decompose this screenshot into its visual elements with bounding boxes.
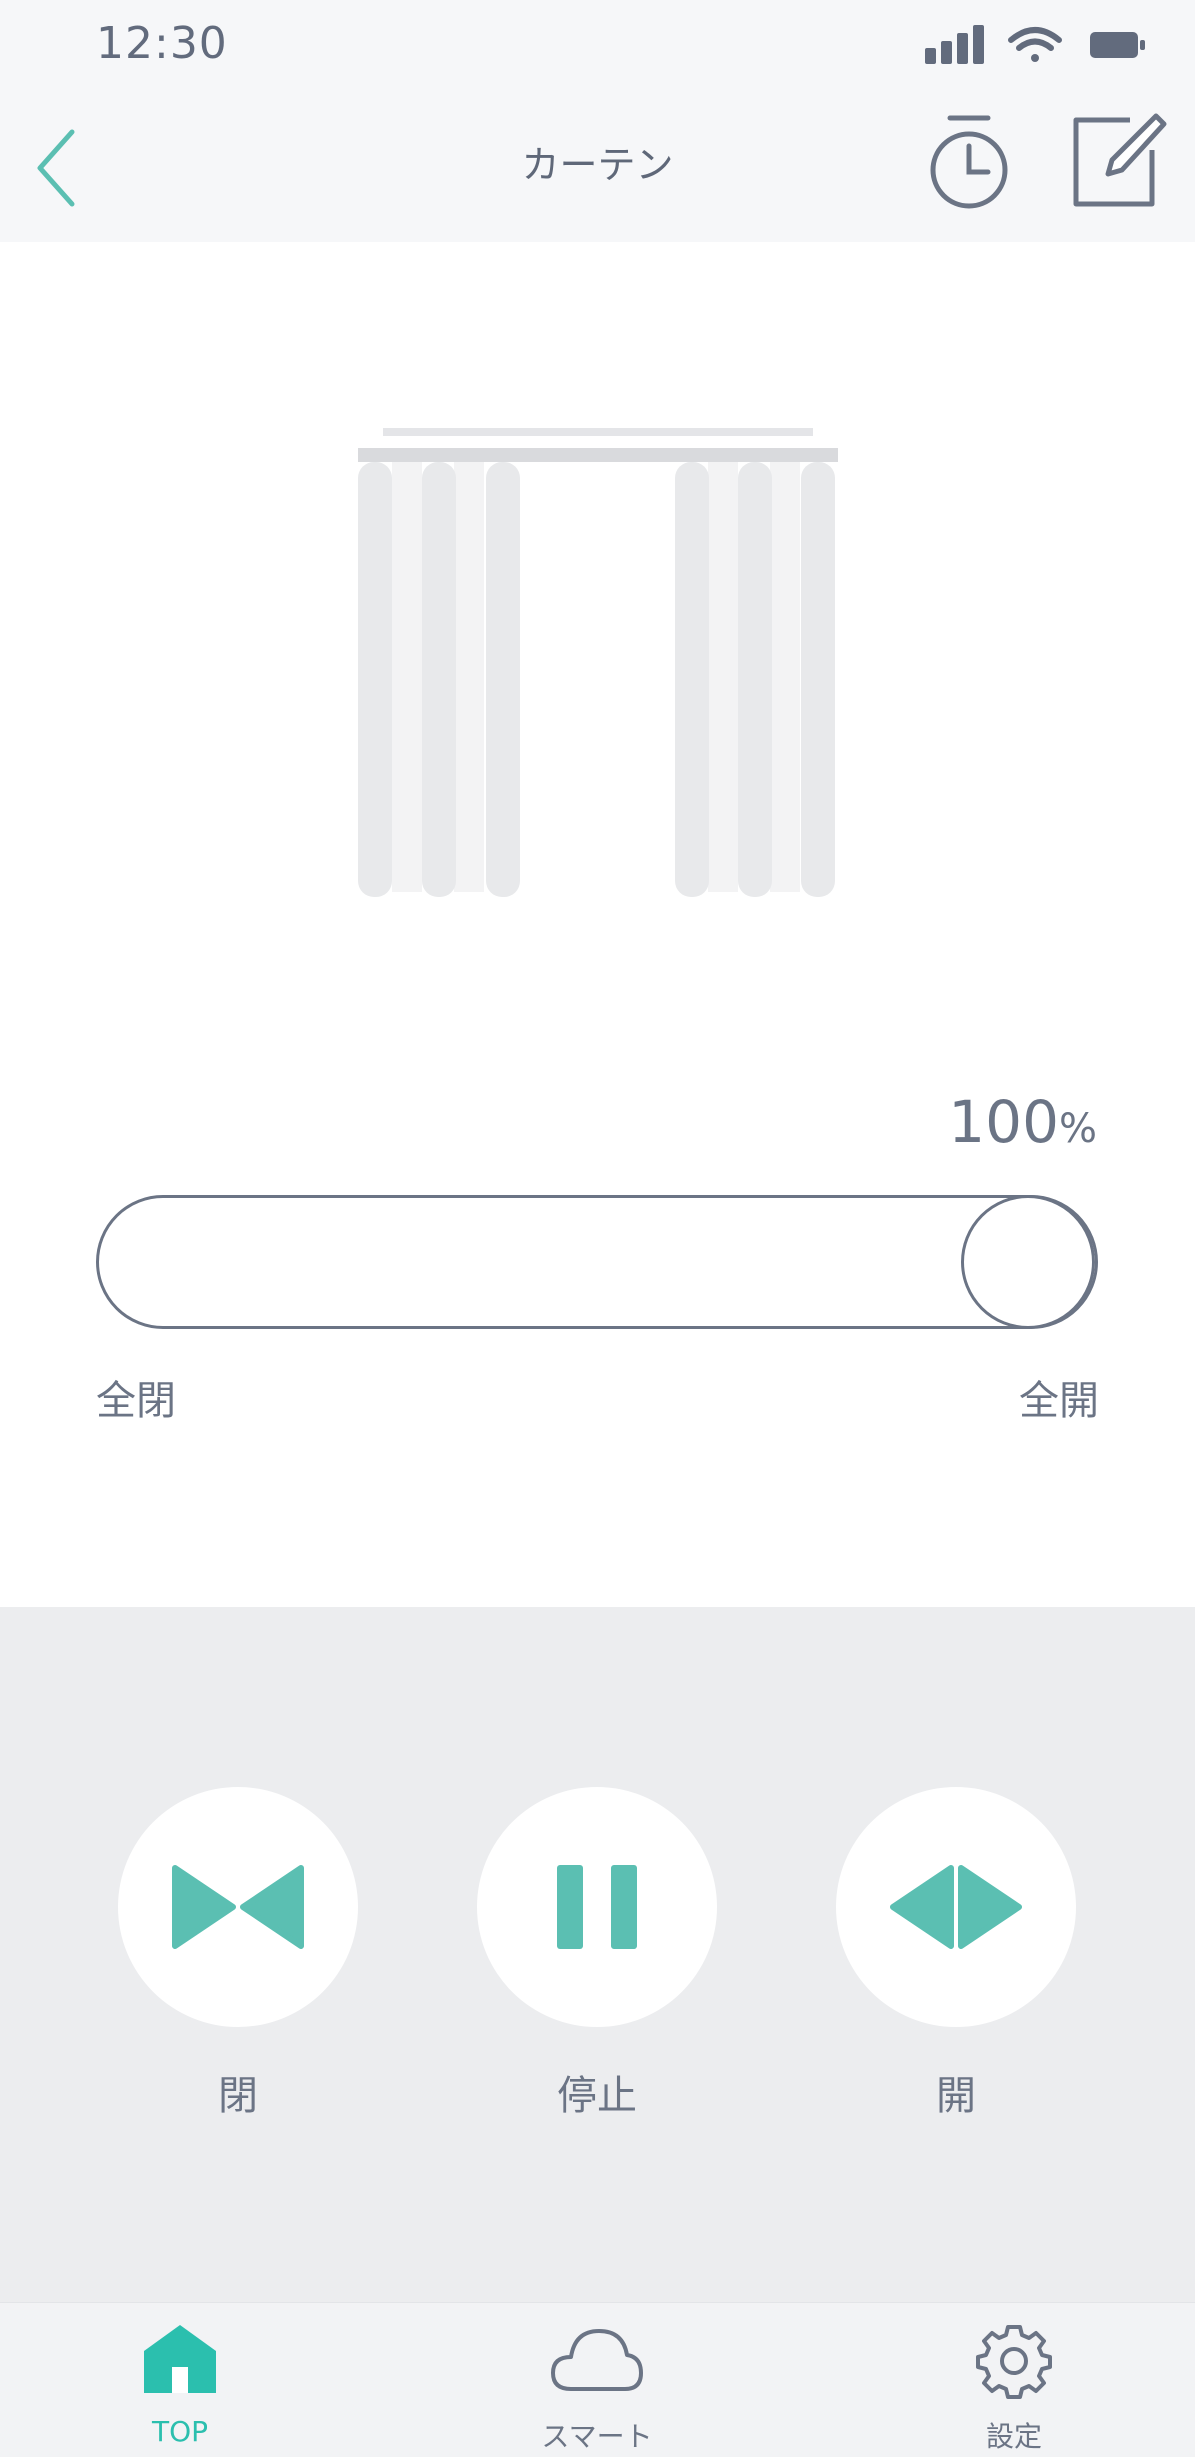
cloud-icon	[549, 2323, 645, 2399]
battery-icon	[1090, 32, 1145, 58]
slider-min-label: 全閉	[96, 1378, 176, 1424]
position-slider[interactable]	[96, 1195, 1098, 1329]
curtain-illustration	[350, 420, 840, 910]
control-area: 閉 停止 開	[0, 1607, 1195, 2302]
home-icon	[142, 2323, 218, 2399]
signal-icon	[925, 25, 984, 64]
position-unit: %	[1058, 1106, 1097, 1152]
open-control: 開	[836, 1787, 1076, 2121]
close-control: 閉	[118, 1787, 358, 2121]
slider-max-label: 全開	[1019, 1378, 1099, 1424]
tab-smart[interactable]: スマート	[497, 2303, 697, 2457]
close-curtain-icon	[172, 1865, 304, 1949]
stop-control: 停止	[477, 1787, 717, 2121]
status-bar: 12:30	[0, 0, 1195, 90]
pause-icon	[557, 1865, 637, 1949]
tab-smart-label: スマート	[541, 2420, 653, 2453]
stop-button[interactable]	[477, 1787, 717, 2027]
tab-top-label: TOP	[151, 2415, 209, 2448]
tab-settings[interactable]: 設定	[914, 2303, 1114, 2457]
close-label: 閉	[218, 2073, 258, 2119]
edit-icon	[1073, 113, 1167, 207]
tab-bar: TOP スマート 設定	[0, 2302, 1195, 2457]
stop-label: 停止	[557, 2073, 637, 2119]
status-time: 12:30	[96, 18, 228, 69]
page-title: カーテン	[521, 143, 674, 187]
nav-bar: カーテン	[0, 90, 1195, 242]
tab-settings-label: 設定	[985, 2420, 1042, 2453]
gear-icon	[976, 2323, 1052, 2403]
open-button[interactable]	[836, 1787, 1076, 2027]
open-label: 開	[936, 2073, 976, 2119]
tab-top[interactable]: TOP	[80, 2303, 280, 2457]
open-curtain-icon	[890, 1865, 1022, 1949]
wifi-icon	[1008, 27, 1062, 62]
position-readout: 100%	[948, 1088, 1097, 1156]
close-button[interactable]	[118, 1787, 358, 2027]
timer-icon	[930, 115, 1008, 209]
status-icons	[925, 20, 1155, 70]
edit-button[interactable]	[1068, 112, 1168, 212]
slider-thumb[interactable]	[961, 1195, 1095, 1329]
position-value: 100	[948, 1088, 1059, 1156]
timer-button[interactable]	[924, 112, 1014, 212]
